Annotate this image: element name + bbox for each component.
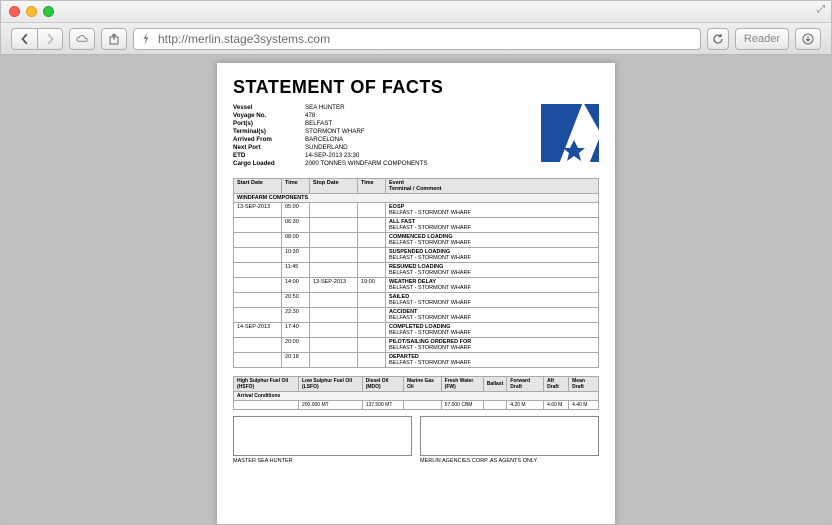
sig-label-right: MERLIN AGENCIES CORP. AS AGENTS ONLY — [420, 458, 599, 464]
document-page: STATEMENT OF FACTS VesselSEA HUNTERVoyag… — [217, 63, 615, 524]
col-header: Ballast — [483, 377, 506, 392]
meta-value: STORMONT WHARF — [305, 128, 541, 135]
table-row: 200.000 MT137.500 MT57.000 CBM4.20 M4.60… — [234, 401, 599, 410]
col-header: Diesel Oil (MDO) — [362, 377, 403, 392]
signature-master — [233, 416, 412, 456]
table-row: 20:50SAILEDBELFAST - STORMONT WHARF — [234, 293, 599, 308]
meta-label: Terminal(s) — [233, 128, 305, 135]
meta-value: 14-SEP-2013 23:30 — [305, 152, 541, 159]
col-header: Forward Draft — [507, 377, 544, 392]
meta-value: BELFAST — [305, 120, 541, 127]
forward-button[interactable] — [37, 28, 63, 50]
meta-value: 478 — [305, 112, 541, 119]
col-header: High Sulphur Fuel Oil (HSFO) — [234, 377, 299, 392]
fullscreen-icon[interactable]: ⤢ — [817, 4, 825, 15]
sig-label-left: MASTER SEA HUNTER — [233, 458, 412, 464]
viewport: STATEMENT OF FACTS VesselSEA HUNTERVoyag… — [1, 55, 831, 524]
table-row: 08:00COMMENCED LOADINGBELFAST - STORMONT… — [234, 233, 599, 248]
section-header: WINDFARM COMPONENTS — [234, 194, 599, 203]
col-header: Time — [282, 179, 310, 194]
meta-value: BARCELONA — [305, 136, 541, 143]
titlebar: ⤢ — [1, 1, 831, 23]
reader-button[interactable]: Reader — [735, 28, 789, 50]
reload-button[interactable] — [707, 28, 729, 50]
meta-value: SEA HUNTER — [305, 104, 541, 111]
table-row: 14:0013-SEP-201319:00WEATHER DELAYBELFAS… — [234, 278, 599, 293]
section-header: Arrival Conditions — [234, 392, 599, 401]
table-row: 10:30SUSPENDED LOADINGBELFAST - STORMONT… — [234, 248, 599, 263]
meta-value: 2000 TONNES WINDFARM COMPONENTS — [305, 160, 541, 167]
table-row: 20:00PILOT/SAILING ORDERED FORBELFAST - … — [234, 338, 599, 353]
browser-window: ⤢ http://merlin.stage3systems.com Reader… — [0, 0, 832, 525]
traffic-lights — [9, 6, 54, 17]
url-text: http://merlin.stage3systems.com — [158, 32, 694, 46]
meta-label: Arrived From — [233, 136, 305, 143]
events-table: Start DateTimeStop DateTimeEventTerminal… — [233, 178, 599, 368]
col-header: Start Date — [234, 179, 282, 194]
col-header: Fresh Water (FW) — [441, 377, 483, 392]
table-row: 06:30ALL FASTBELFAST - STORMONT WHARF — [234, 218, 599, 233]
close-icon[interactable] — [9, 6, 20, 17]
minimize-icon[interactable] — [26, 6, 37, 17]
page-title: STATEMENT OF FACTS — [233, 77, 599, 98]
lightning-icon — [140, 33, 152, 45]
table-row: 13-SEP-201305:00EOSPBELFAST - STORMONT W… — [234, 203, 599, 218]
meta-label: Port(s) — [233, 120, 305, 127]
signature-boxes — [233, 416, 599, 456]
col-header: Time — [358, 179, 386, 194]
share-button[interactable] — [101, 28, 127, 50]
col-header: Low Sulphur Fuel Oil (LSFO) — [298, 377, 362, 392]
meta-label: ETD — [233, 152, 305, 159]
col-header: Stop Date — [310, 179, 358, 194]
col-header: Aft Draft — [544, 377, 569, 392]
downloads-button[interactable] — [795, 28, 821, 50]
col-header: Marine Gas Oil — [404, 377, 442, 392]
table-row: 11:45RESUMED LOADINGBELFAST - STORMONT W… — [234, 263, 599, 278]
col-header: EventTerminal / Comment — [386, 179, 599, 194]
zoom-icon[interactable] — [43, 6, 54, 17]
resources-table: High Sulphur Fuel Oil (HSFO)Low Sulphur … — [233, 376, 599, 410]
meta-block: VesselSEA HUNTERVoyage No.478Port(s)BELF… — [233, 104, 541, 168]
meta-label: Voyage No. — [233, 112, 305, 119]
table-row: 20:18DEPARTEDBELFAST - STORMONT WHARF — [234, 353, 599, 368]
url-bar[interactable]: http://merlin.stage3systems.com — [133, 28, 701, 50]
meta-label: Cargo Loaded — [233, 160, 305, 167]
icloud-button[interactable] — [69, 28, 95, 50]
toolbar: http://merlin.stage3systems.com Reader — [1, 23, 831, 55]
meta-label: Vessel — [233, 104, 305, 111]
table-row: 22:30ACCIDENTBELFAST - STORMONT WHARF — [234, 308, 599, 323]
signature-agent — [420, 416, 599, 456]
back-button[interactable] — [11, 28, 37, 50]
table-row: 14-SEP-201317:40COMPLETED LOADINGBELFAST… — [234, 323, 599, 338]
nav-buttons — [11, 28, 63, 50]
company-logo — [541, 104, 599, 162]
meta-value: SUNDERLAND — [305, 144, 541, 151]
meta-label: Next Port — [233, 144, 305, 151]
col-header: Mean Draft — [569, 377, 599, 392]
